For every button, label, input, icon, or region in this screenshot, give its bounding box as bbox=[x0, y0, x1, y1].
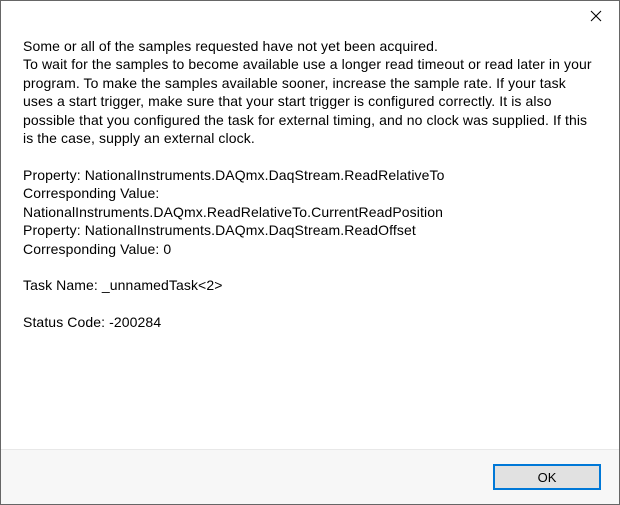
close-button[interactable] bbox=[573, 1, 619, 31]
titlebar bbox=[1, 1, 619, 33]
property-line: Corresponding Value: bbox=[23, 184, 597, 202]
task-name-line: Task Name: _unnamedTask<2> bbox=[23, 276, 597, 294]
property-details: Property: NationalInstruments.DAQmx.DaqS… bbox=[23, 166, 597, 258]
error-message: Some or all of the samples requested hav… bbox=[23, 37, 597, 148]
ok-button[interactable]: OK bbox=[493, 464, 601, 490]
property-line: NationalInstruments.DAQmx.ReadRelativeTo… bbox=[23, 203, 597, 221]
close-icon bbox=[590, 10, 602, 22]
property-line: Corresponding Value: 0 bbox=[23, 240, 597, 258]
error-dialog: Some or all of the samples requested hav… bbox=[0, 0, 620, 505]
status-code: Status Code: -200284 bbox=[23, 313, 597, 331]
dialog-content: Some or all of the samples requested hav… bbox=[1, 33, 619, 449]
property-line: Property: NationalInstruments.DAQmx.DaqS… bbox=[23, 166, 597, 184]
status-code-line: Status Code: -200284 bbox=[23, 313, 597, 331]
property-line: Property: NationalInstruments.DAQmx.DaqS… bbox=[23, 221, 597, 239]
button-row: OK bbox=[1, 449, 619, 504]
task-name: Task Name: _unnamedTask<2> bbox=[23, 276, 597, 294]
